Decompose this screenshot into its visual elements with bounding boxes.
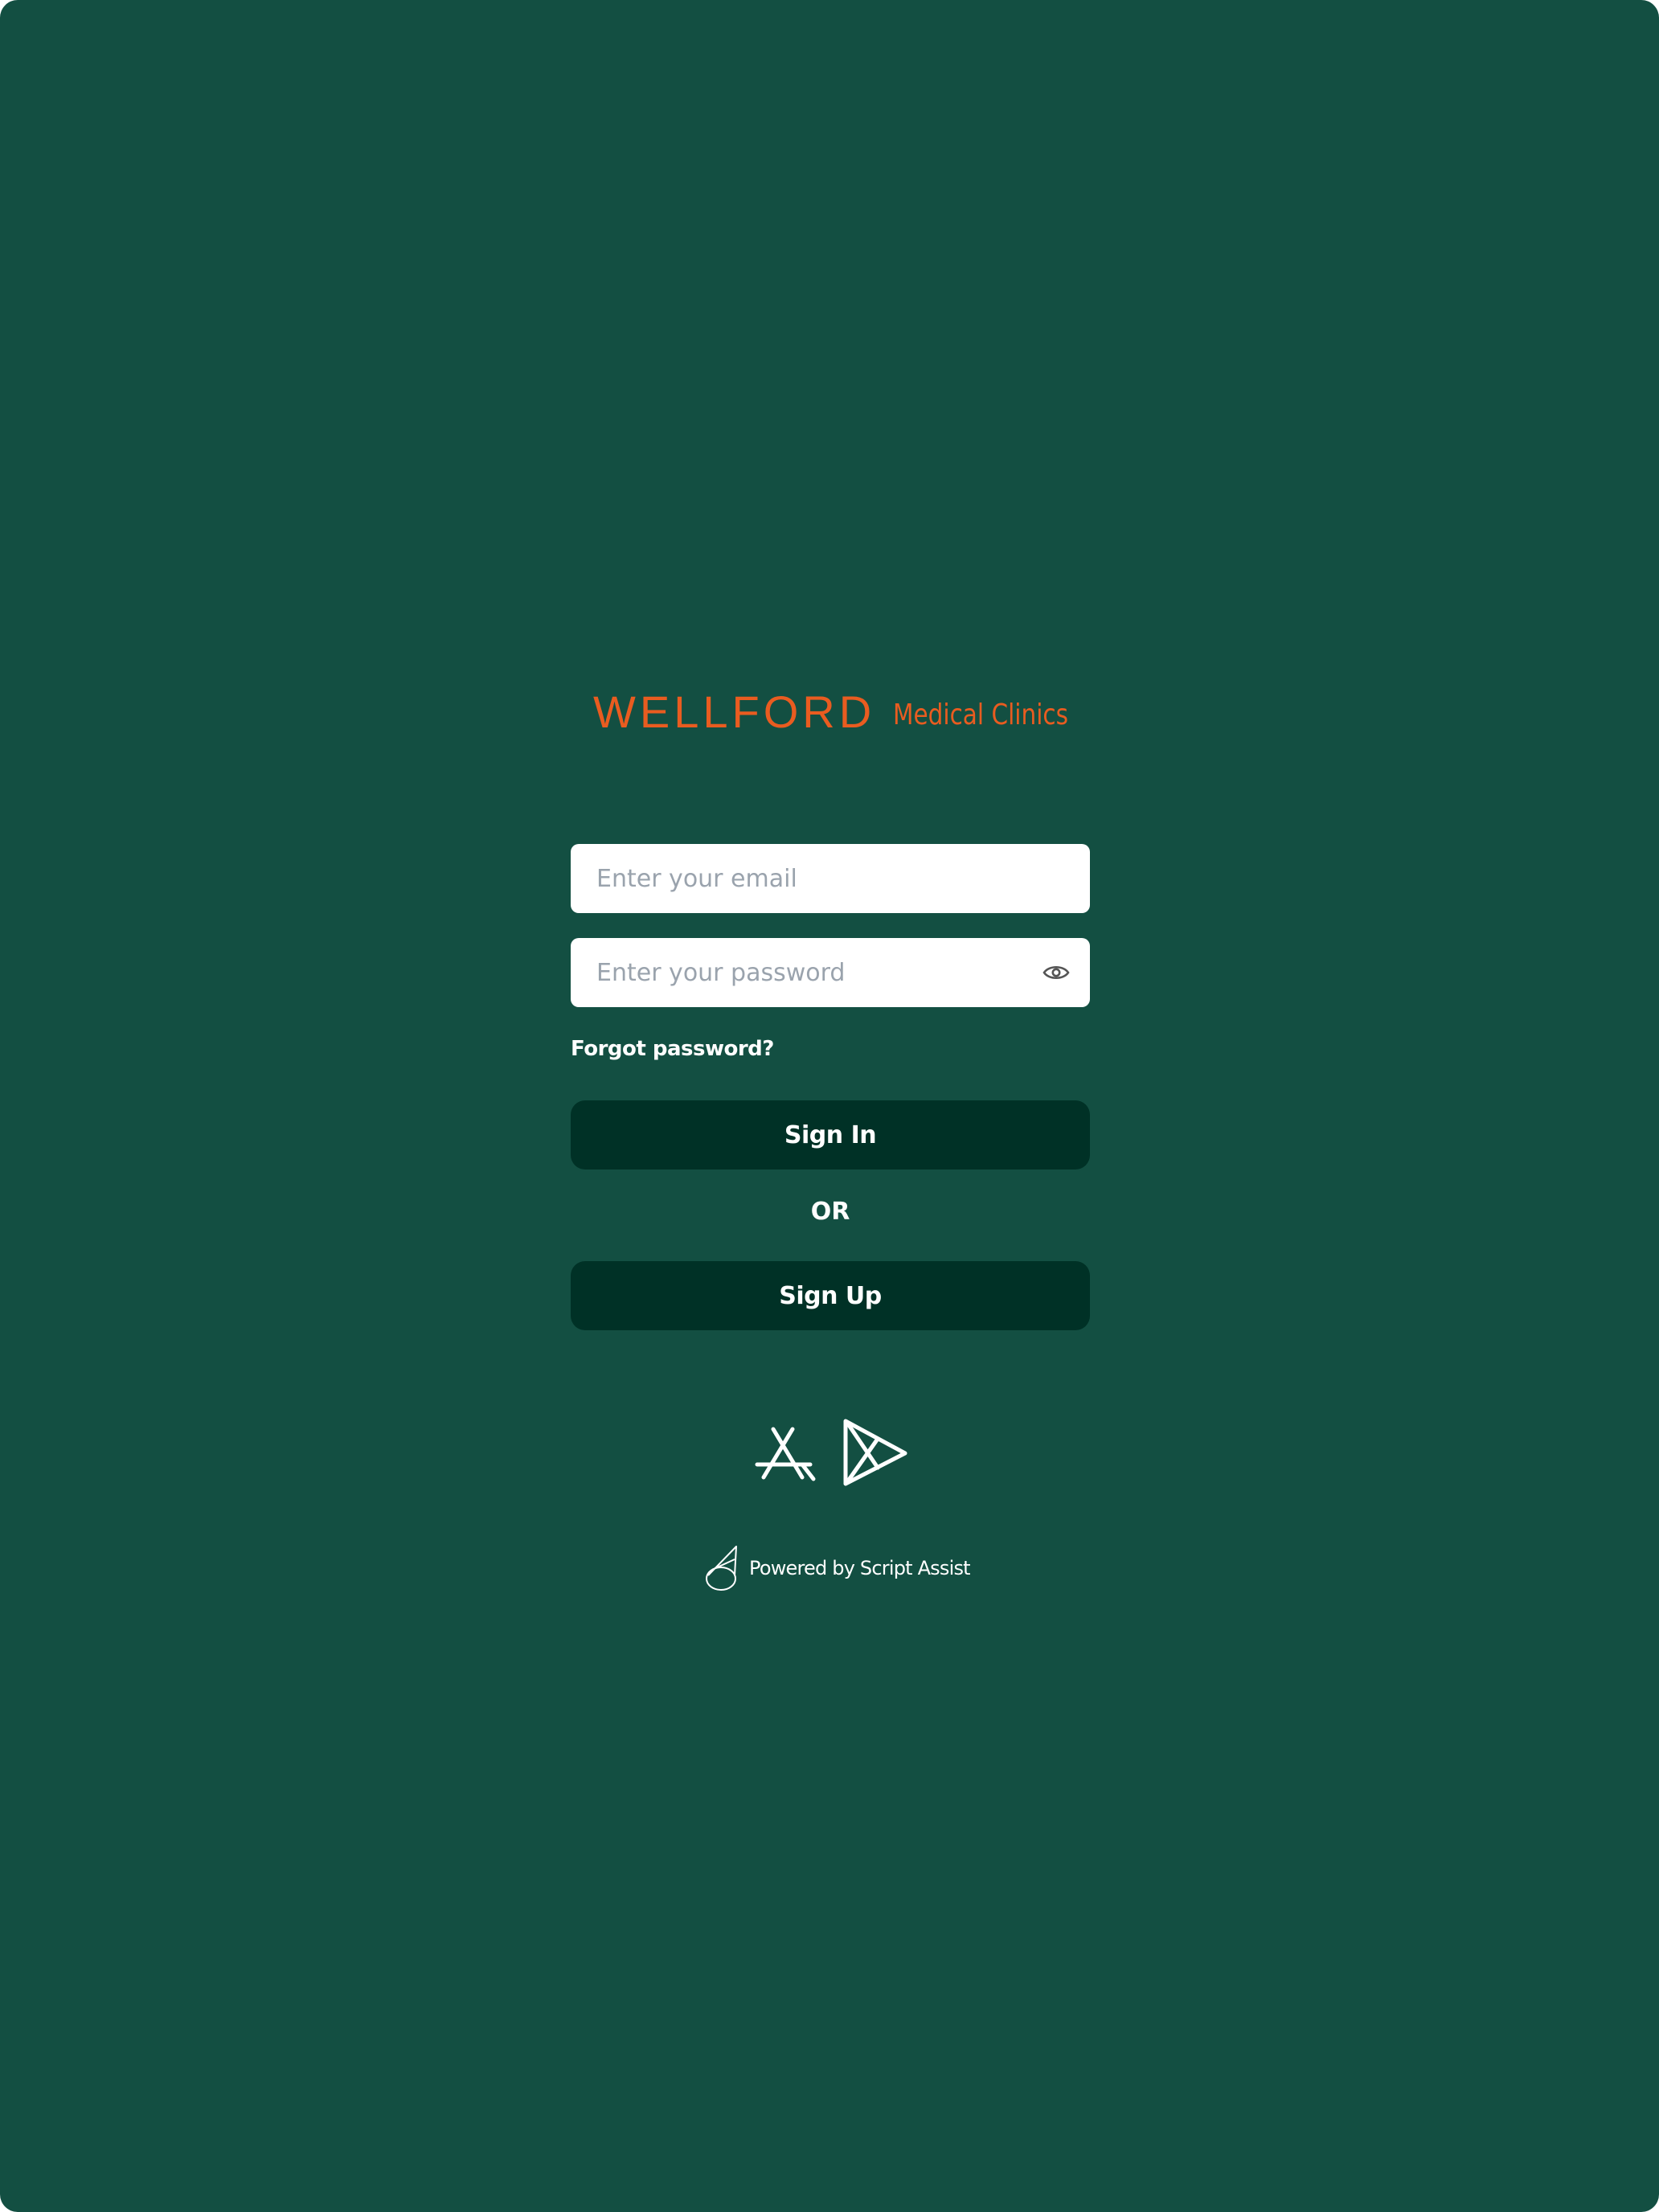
email-field-container bbox=[571, 844, 1090, 913]
eye-icon[interactable] bbox=[1042, 961, 1071, 985]
google-play-icon[interactable] bbox=[836, 1415, 908, 1487]
sign-in-button[interactable]: Sign In bbox=[571, 1100, 1090, 1169]
brand-name: WELLFORD bbox=[593, 686, 876, 737]
script-assist-logo-icon bbox=[706, 1546, 737, 1591]
login-screen: WELLFORD Medical Clinics Forgot password… bbox=[0, 0, 1659, 2212]
password-input[interactable] bbox=[595, 938, 1029, 1007]
app-store-icon[interactable] bbox=[748, 1415, 820, 1487]
forgot-password-link[interactable]: Forgot password? bbox=[571, 1037, 774, 1061]
sign-up-button[interactable]: Sign Up bbox=[571, 1261, 1090, 1330]
powered-by: Powered by Script Assist bbox=[704, 1543, 971, 1593]
or-separator: OR bbox=[810, 1198, 850, 1226]
brand-subtitle: Medical Clinics bbox=[893, 698, 1069, 731]
password-field-container bbox=[571, 938, 1090, 1007]
brand-logo: WELLFORD Medical Clinics bbox=[593, 685, 1075, 737]
email-input[interactable] bbox=[595, 844, 1029, 913]
powered-by-text: Powered by Script Assist bbox=[749, 1557, 971, 1579]
